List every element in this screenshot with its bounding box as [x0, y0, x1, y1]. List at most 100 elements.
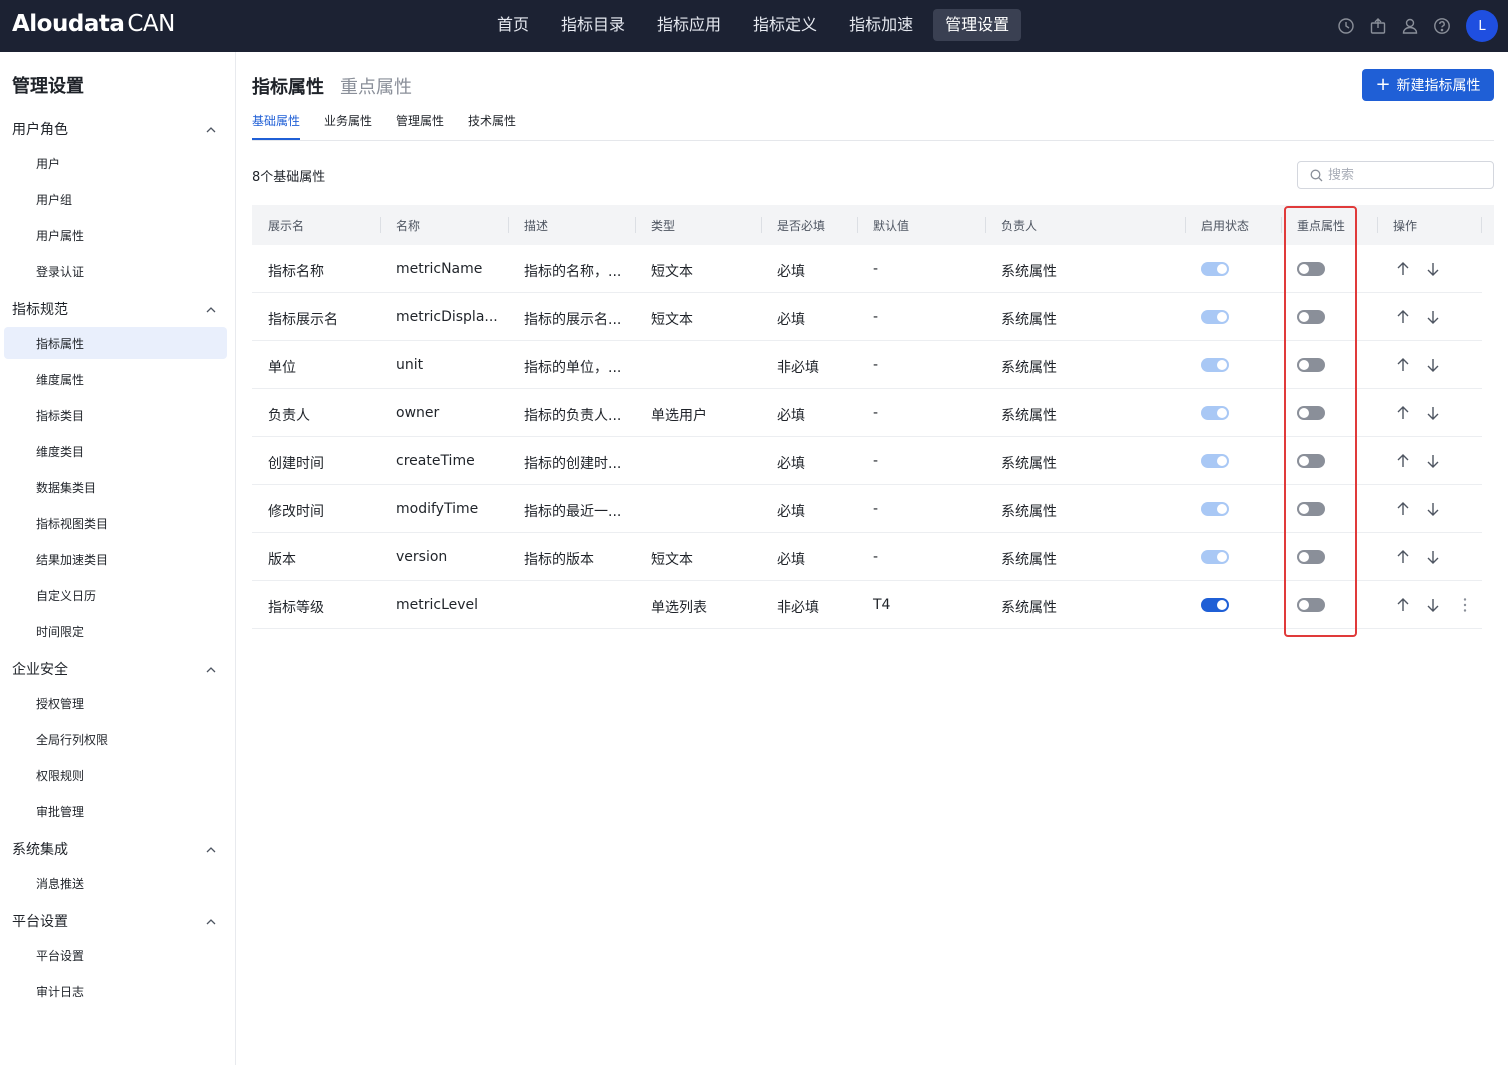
chevron-up-icon[interactable]: [204, 303, 218, 317]
sidebar-item[interactable]: 维度类目: [36, 443, 84, 460]
move-up-icon[interactable]: [1394, 356, 1412, 374]
sidebar-group-2[interactable]: 企业安全: [12, 659, 218, 683]
enable-toggle[interactable]: [1201, 550, 1229, 564]
tab-0[interactable]: 基础属性: [252, 112, 300, 129]
description-cell: 指标的展示名...: [524, 312, 622, 328]
sidebar-item[interactable]: 用户组: [36, 191, 72, 208]
toggle-knob: [1217, 408, 1227, 418]
move-up-icon[interactable]: [1394, 404, 1412, 422]
search-input[interactable]: [1328, 165, 1478, 185]
main-nav: 首页 指标目录 指标应用 指标定义 指标加速 管理设置: [485, 9, 1029, 41]
move-up-icon[interactable]: [1394, 452, 1412, 470]
tab-1[interactable]: 业务属性: [324, 112, 372, 129]
sidebar-item[interactable]: 自定义日历: [36, 587, 96, 604]
nav-item-4[interactable]: 指标加速: [837, 9, 925, 41]
sidebar-item[interactable]: 全局行列权限: [36, 731, 108, 748]
move-up-icon[interactable]: [1394, 548, 1412, 566]
required-cell: 必填: [777, 456, 805, 472]
app-logo[interactable]: Aloudata CAN: [12, 11, 175, 37]
tab-3[interactable]: 技术属性: [468, 112, 516, 129]
enable-toggle[interactable]: [1201, 598, 1229, 612]
display-name-cell: 指标展示名: [268, 312, 338, 328]
nav-item-2[interactable]: 指标应用: [645, 9, 733, 41]
sidebar-item[interactable]: 维度属性: [36, 371, 84, 388]
display-name-cell: 创建时间: [268, 456, 324, 472]
move-down-icon[interactable]: [1424, 404, 1442, 422]
enable-toggle[interactable]: [1201, 454, 1229, 468]
move-down-icon[interactable]: [1424, 596, 1442, 614]
enable-toggle[interactable]: [1201, 502, 1229, 516]
sidebar-item[interactable]: 消息推送: [36, 875, 84, 892]
chevron-up-icon[interactable]: [204, 663, 218, 677]
sidebar-group-3[interactable]: 系统集成: [12, 839, 218, 863]
required-cell: 必填: [777, 408, 805, 424]
chevron-up-icon[interactable]: [204, 915, 218, 929]
sidebar-group-1[interactable]: 指标规范: [12, 299, 218, 323]
required-cell: 非必填: [777, 360, 819, 376]
name-cell: version: [396, 549, 448, 565]
move-down-icon[interactable]: [1424, 308, 1442, 326]
move-down-icon[interactable]: [1424, 452, 1442, 470]
more-options-icon[interactable]: [1456, 596, 1474, 614]
toggle-knob: [1217, 600, 1227, 610]
move-down-icon[interactable]: [1424, 260, 1442, 278]
sidebar-item[interactable]: 用户属性: [36, 227, 84, 244]
page-subtitle[interactable]: 重点属性: [340, 73, 412, 99]
active-tab-indicator: [252, 138, 300, 140]
sidebar-item[interactable]: 指标类目: [36, 407, 84, 424]
user-icon[interactable]: [1394, 10, 1426, 42]
attribute-count: 8个基础属性: [252, 170, 326, 185]
sidebar-item[interactable]: 用户: [36, 155, 60, 172]
move-up-icon[interactable]: [1394, 308, 1412, 326]
display-name-cell: 负责人: [268, 408, 310, 424]
sidebar-group-0[interactable]: 用户角色: [12, 119, 218, 143]
sidebar-item[interactable]: 平台设置: [36, 947, 84, 964]
move-down-icon[interactable]: [1424, 500, 1442, 518]
sidebar-item[interactable]: 登录认证: [36, 263, 84, 280]
sidebar-item[interactable]: 授权管理: [36, 695, 84, 712]
new-attribute-button[interactable]: + 新建指标属性: [1362, 69, 1494, 101]
sidebar-item[interactable]: 指标属性: [36, 335, 84, 352]
sidebar-item[interactable]: 时间限定: [36, 623, 84, 640]
sidebar-item[interactable]: 结果加速类目: [36, 551, 108, 568]
chevron-up-icon[interactable]: [204, 843, 218, 857]
default-value-cell: -: [873, 549, 879, 565]
column-header: 是否必填: [777, 219, 826, 233]
sidebar-group-label: 企业安全: [12, 662, 68, 678]
sidebar-item[interactable]: 指标视图类目: [36, 515, 108, 532]
move-up-icon[interactable]: [1394, 596, 1412, 614]
enable-toggle[interactable]: [1201, 406, 1229, 420]
required-cell: 必填: [777, 552, 805, 568]
move-down-icon[interactable]: [1424, 548, 1442, 566]
sidebar-title: 管理设置: [12, 76, 84, 97]
history-icon[interactable]: [1330, 10, 1362, 42]
sidebar-item[interactable]: 审计日志: [36, 983, 84, 1000]
sidebar-item[interactable]: 审批管理: [36, 803, 84, 820]
sidebar-item[interactable]: 数据集类目: [36, 479, 96, 496]
top-icons: L: [1330, 10, 1498, 42]
enable-toggle[interactable]: [1201, 262, 1229, 276]
move-up-icon[interactable]: [1394, 500, 1412, 518]
nav-item-3[interactable]: 指标定义: [741, 9, 829, 41]
tab-2[interactable]: 管理属性: [396, 112, 444, 129]
nav-item-1[interactable]: 指标目录: [549, 9, 637, 41]
enable-toggle[interactable]: [1201, 310, 1229, 324]
sidebar-item[interactable]: 权限规则: [36, 767, 84, 784]
default-value-cell: -: [873, 357, 879, 373]
column-divider: [508, 217, 509, 233]
help-icon[interactable]: [1426, 10, 1458, 42]
default-value-cell: -: [873, 405, 879, 421]
export-icon[interactable]: [1362, 10, 1394, 42]
sidebar-group-4[interactable]: 平台设置: [12, 911, 218, 935]
avatar[interactable]: L: [1466, 10, 1498, 42]
default-value-cell: -: [873, 309, 879, 325]
move-up-icon[interactable]: [1394, 260, 1412, 278]
enable-toggle[interactable]: [1201, 358, 1229, 372]
nav-item-0[interactable]: 首页: [485, 9, 541, 41]
column-divider: [1377, 217, 1378, 233]
nav-item-5[interactable]: 管理设置: [933, 9, 1022, 41]
move-down-icon[interactable]: [1424, 356, 1442, 374]
search-box[interactable]: [1297, 161, 1494, 189]
name-cell: owner: [396, 405, 440, 421]
chevron-up-icon[interactable]: [204, 123, 218, 137]
